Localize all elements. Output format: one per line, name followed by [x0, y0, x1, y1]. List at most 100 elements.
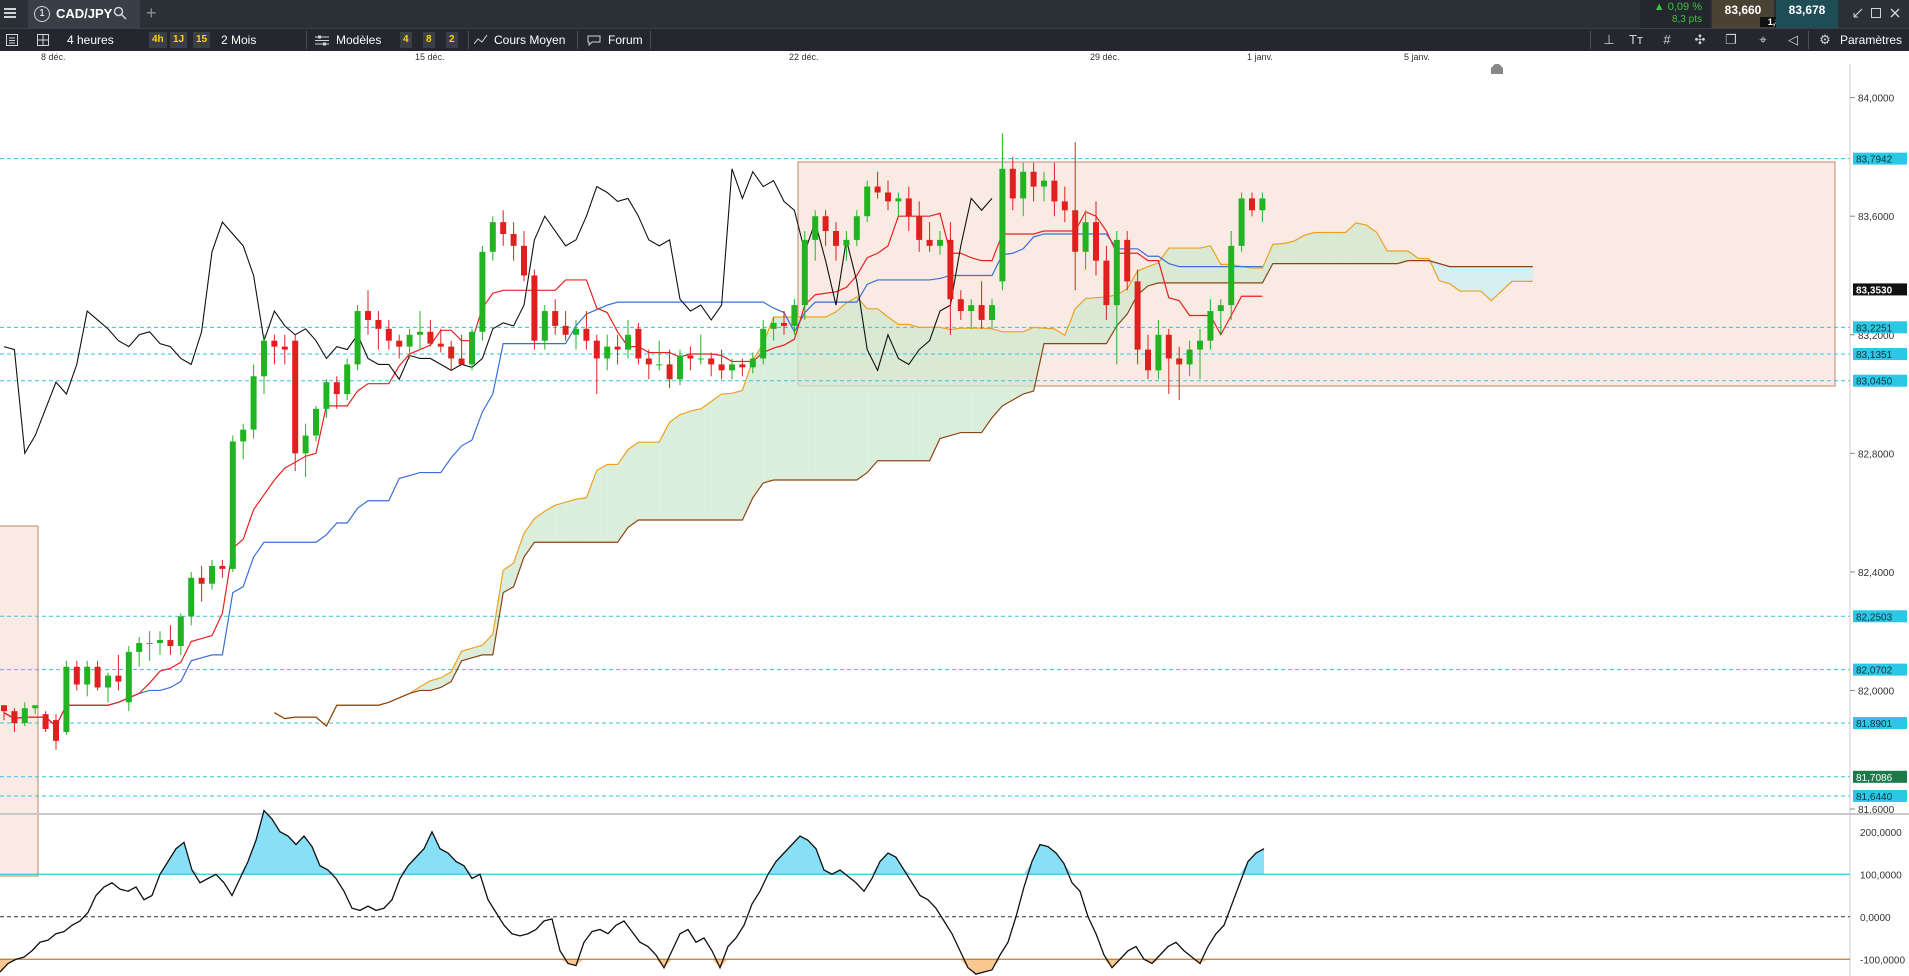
candle-body[interactable]: [489, 222, 496, 252]
candle-body[interactable]: [427, 331, 434, 344]
candle-body[interactable]: [1124, 239, 1131, 282]
candle-body[interactable]: [968, 305, 975, 312]
candle-body[interactable]: [333, 382, 340, 395]
candle-body[interactable]: [1113, 239, 1120, 306]
candle-body[interactable]: [978, 305, 985, 320]
candle-body[interactable]: [957, 299, 964, 312]
candle-body[interactable]: [313, 408, 319, 436]
candle-body[interactable]: [188, 577, 195, 617]
candle-body[interactable]: [209, 565, 215, 584]
candle-body[interactable]: [84, 666, 91, 685]
models-icon[interactable]: [315, 35, 329, 46]
candle-body[interactable]: [874, 186, 881, 193]
models-button[interactable]: Modèles: [336, 29, 381, 51]
candle-body[interactable]: [885, 192, 891, 202]
candle-body[interactable]: [708, 358, 715, 365]
candle-body[interactable]: [396, 340, 403, 347]
candle-body[interactable]: [198, 577, 205, 584]
average-price-icon[interactable]: [474, 34, 488, 46]
candle-body[interactable]: [947, 239, 954, 300]
candle-body[interactable]: [853, 216, 860, 240]
candle-body[interactable]: [697, 358, 704, 360]
candle-body[interactable]: [1, 705, 7, 712]
candle-body[interactable]: [458, 358, 465, 365]
candle-body[interactable]: [240, 429, 247, 442]
draw-line-icon[interactable]: ⊥: [1598, 29, 1620, 51]
candle-body[interactable]: [895, 198, 902, 202]
range-rectangle-left[interactable]: [0, 525, 39, 877]
candle-body[interactable]: [105, 675, 111, 688]
forum-icon[interactable]: [587, 35, 601, 46]
timeframe-4h[interactable]: 4h: [149, 32, 167, 48]
candle-body[interactable]: [73, 666, 80, 685]
add-tab-button[interactable]: +: [146, 3, 157, 24]
candle-body[interactable]: [1134, 281, 1141, 350]
candle-body[interactable]: [770, 322, 777, 329]
candle-body[interactable]: [479, 251, 486, 332]
candle-body[interactable]: [521, 245, 527, 276]
candle-body[interactable]: [801, 239, 808, 306]
candle-body[interactable]: [926, 239, 933, 246]
candle-body[interactable]: [864, 186, 871, 217]
candle-body[interactable]: [1207, 311, 1214, 341]
candle-body[interactable]: [167, 640, 174, 646]
candle-body[interactable]: [1249, 198, 1255, 211]
candle-body[interactable]: [437, 343, 444, 347]
list-icon[interactable]: [6, 34, 18, 46]
candle-body[interactable]: [115, 675, 122, 682]
candle-body[interactable]: [1165, 334, 1172, 359]
candle-body[interactable]: [292, 340, 299, 454]
close-icon[interactable]: [1889, 7, 1901, 19]
model-slot-4[interactable]: 4: [400, 32, 412, 48]
candle-body[interactable]: [749, 358, 756, 368]
candle-body[interactable]: [573, 328, 579, 335]
ask-button[interactable]: 83,678: [1776, 0, 1838, 28]
candle-body[interactable]: [42, 714, 49, 729]
maximize-icon[interactable]: [1870, 7, 1882, 19]
menu-icon[interactable]: [4, 6, 16, 20]
average-price-button[interactable]: Cours Moyen: [494, 29, 565, 51]
candle-body[interactable]: [219, 565, 226, 569]
candle-body[interactable]: [1051, 180, 1058, 202]
symbol-label[interactable]: CAD/JPY: [56, 6, 112, 21]
layout-icon[interactable]: [37, 34, 49, 46]
candle-body[interactable]: [281, 346, 288, 350]
candle-body[interactable]: [583, 328, 590, 341]
candle-body[interactable]: [1186, 349, 1193, 365]
candle-body[interactable]: [656, 364, 663, 366]
candle-body[interactable]: [1155, 334, 1162, 371]
candle-body[interactable]: [271, 340, 278, 347]
candle-body[interactable]: [999, 168, 1006, 282]
candle-body[interactable]: [53, 720, 59, 741]
candle-body[interactable]: [614, 346, 621, 350]
candle-body[interactable]: [593, 340, 600, 359]
candle-body[interactable]: [781, 322, 787, 326]
timeframe-select[interactable]: 4 heures: [67, 29, 114, 51]
search-icon[interactable]: [113, 6, 127, 20]
candle-body[interactable]: [229, 441, 236, 569]
indicator-icon[interactable]: ⌖: [1752, 29, 1774, 51]
candle-body[interactable]: [635, 328, 642, 359]
candle-body[interactable]: [1030, 171, 1037, 187]
candle-body[interactable]: [1041, 180, 1047, 187]
timeframe-15[interactable]: 15: [193, 32, 211, 48]
candle-body[interactable]: [760, 328, 767, 359]
candle-body[interactable]: [562, 325, 569, 335]
candle-body[interactable]: [1061, 201, 1068, 211]
settings-gear-icon[interactable]: ⚙: [1816, 29, 1834, 51]
candle-body[interactable]: [323, 382, 330, 409]
candle-body[interactable]: [302, 435, 309, 454]
candle-body[interactable]: [448, 346, 455, 359]
candle-body[interactable]: [1072, 210, 1079, 252]
candle-body[interactable]: [1217, 305, 1224, 312]
candle-body[interactable]: [791, 305, 798, 326]
candle-body[interactable]: [604, 346, 611, 359]
settings-button[interactable]: Paramètres: [1840, 29, 1902, 51]
candle-body[interactable]: [1020, 171, 1027, 199]
candle-body[interactable]: [94, 666, 101, 688]
model-slot-2[interactable]: 2: [446, 32, 458, 48]
candle-body[interactable]: [261, 340, 267, 377]
candle-body[interactable]: [250, 376, 257, 430]
candle-body[interactable]: [510, 233, 517, 246]
candle-body[interactable]: [21, 708, 28, 724]
